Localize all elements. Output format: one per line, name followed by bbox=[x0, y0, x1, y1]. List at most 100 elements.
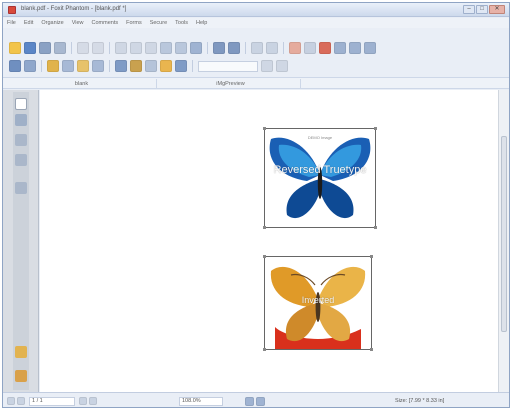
status-bar: 1 / 1 108.0% Size: [7.99 * 8.33 in] bbox=[3, 392, 509, 407]
link-icon[interactable] bbox=[92, 60, 104, 72]
arrow-tool-icon[interactable] bbox=[175, 60, 187, 72]
copy-icon[interactable] bbox=[130, 42, 142, 54]
email-icon[interactable] bbox=[54, 42, 66, 54]
application-window: blank.pdf - Foxit Phantom - [blank.pdf *… bbox=[2, 2, 510, 408]
secondary-toolbar bbox=[3, 57, 509, 75]
attachments-panel-icon[interactable] bbox=[15, 346, 27, 358]
layers-panel-icon[interactable] bbox=[15, 134, 27, 146]
document-page[interactable]: DEMO Image Reversed Truetype Inverted bbox=[40, 90, 498, 392]
toolbar-separator bbox=[109, 42, 110, 54]
scrollbar-thumb[interactable] bbox=[501, 136, 507, 332]
rotate-right-icon[interactable] bbox=[266, 42, 278, 54]
page-number-field[interactable]: 1 / 1 bbox=[29, 396, 75, 406]
menu-edit[interactable]: Edit bbox=[24, 20, 33, 26]
align-icon[interactable] bbox=[261, 60, 273, 72]
window-title: blank.pdf - Foxit Phantom - [blank.pdf *… bbox=[21, 6, 127, 12]
menu-help[interactable]: Help bbox=[196, 20, 207, 26]
menu-organize[interactable]: Organize bbox=[41, 20, 63, 26]
vertical-scrollbar[interactable] bbox=[498, 90, 509, 392]
last-page-icon[interactable] bbox=[89, 397, 97, 405]
toolbar-separator bbox=[109, 60, 110, 72]
document-tabs: blank iMgPreview bbox=[3, 77, 509, 89]
app-logo-icon bbox=[8, 6, 16, 14]
pages-panel-icon[interactable] bbox=[15, 98, 27, 110]
menu-tools[interactable]: Tools bbox=[175, 20, 188, 26]
page-navigation: 1 / 1 bbox=[7, 396, 97, 406]
toolbar-separator bbox=[245, 42, 246, 54]
resize-handle[interactable] bbox=[374, 127, 377, 130]
search-panel-icon[interactable] bbox=[15, 182, 27, 194]
toolbar-separator bbox=[71, 42, 72, 54]
form-field-icon[interactable] bbox=[115, 60, 127, 72]
menu-bar: File Edit Organize View Comments Forms S… bbox=[3, 18, 509, 28]
maximize-button[interactable]: □ bbox=[476, 5, 488, 14]
zoom-icon[interactable] bbox=[190, 42, 202, 54]
tab-blank[interactable]: blank bbox=[7, 79, 157, 89]
continuous-page-icon[interactable] bbox=[256, 396, 265, 406]
first-page-icon[interactable] bbox=[7, 397, 15, 405]
callout-icon[interactable] bbox=[349, 42, 361, 54]
butterfly-image bbox=[265, 129, 375, 227]
resize-handle[interactable] bbox=[263, 127, 266, 130]
resize-handle[interactable] bbox=[263, 348, 266, 351]
table-icon[interactable] bbox=[364, 42, 376, 54]
menu-secure[interactable]: Secure bbox=[150, 20, 167, 26]
print-icon[interactable] bbox=[39, 42, 51, 54]
bookmarks-panel-icon[interactable] bbox=[15, 114, 27, 126]
minimize-button[interactable]: – bbox=[463, 5, 475, 14]
redo-icon[interactable] bbox=[92, 42, 104, 54]
menu-comments[interactable]: Comments bbox=[92, 20, 119, 26]
close-button[interactable]: ✕ bbox=[489, 5, 505, 14]
fit-page-icon[interactable] bbox=[213, 42, 225, 54]
note-icon[interactable] bbox=[304, 42, 316, 54]
highlight-icon[interactable] bbox=[160, 60, 172, 72]
main-toolbar bbox=[3, 39, 509, 57]
signatures-panel-icon[interactable] bbox=[15, 370, 27, 382]
comments-panel-icon[interactable] bbox=[15, 154, 27, 166]
image-object-butterfly-2[interactable]: Inverted bbox=[263, 255, 373, 351]
select-text-icon[interactable] bbox=[175, 42, 187, 54]
paste-icon[interactable] bbox=[145, 42, 157, 54]
fit-width-icon[interactable] bbox=[228, 42, 240, 54]
image-object-butterfly[interactable]: DEMO Image Reversed Truetype bbox=[263, 127, 377, 229]
tab-imgpreview[interactable]: iMgPreview bbox=[161, 79, 301, 89]
open-icon[interactable] bbox=[9, 42, 21, 54]
undo-icon[interactable] bbox=[77, 42, 89, 54]
cut-icon[interactable] bbox=[115, 42, 127, 54]
demo-watermark: DEMO Image bbox=[307, 135, 333, 140]
zoom-control: 108.0% bbox=[179, 396, 265, 406]
menu-file[interactable]: File bbox=[7, 20, 16, 26]
text-box-icon[interactable] bbox=[334, 42, 346, 54]
window-controls: – □ ✕ bbox=[463, 5, 505, 15]
rotate-left-icon[interactable] bbox=[251, 42, 263, 54]
stamp-icon[interactable] bbox=[47, 60, 59, 72]
resize-handle[interactable] bbox=[370, 348, 373, 351]
font-size-combo[interactable] bbox=[198, 60, 258, 72]
single-page-icon[interactable] bbox=[245, 396, 254, 406]
menu-view[interactable]: View bbox=[72, 20, 84, 26]
pen-icon[interactable] bbox=[319, 42, 331, 54]
measure-icon[interactable] bbox=[145, 60, 157, 72]
prev-page-icon[interactable] bbox=[17, 397, 25, 405]
toolbar-separator bbox=[41, 60, 42, 72]
attach-icon[interactable] bbox=[62, 60, 74, 72]
menu-forms[interactable]: Forms bbox=[126, 20, 142, 26]
hand-tool-icon[interactable] bbox=[160, 42, 172, 54]
signature-icon[interactable] bbox=[130, 60, 142, 72]
next-page-icon[interactable] bbox=[79, 397, 87, 405]
resize-handle[interactable] bbox=[263, 255, 266, 258]
resize-handle[interactable] bbox=[263, 226, 266, 229]
distribute-icon[interactable] bbox=[276, 60, 288, 72]
typewriter-icon[interactable] bbox=[289, 42, 301, 54]
overlay-text-inverted: Inverted bbox=[301, 295, 335, 305]
save-icon[interactable] bbox=[24, 42, 36, 54]
pencil-icon[interactable] bbox=[24, 60, 36, 72]
page-size-readout: Size: [7.99 * 8.33 in] bbox=[395, 398, 445, 404]
image-tool-icon[interactable] bbox=[77, 60, 89, 72]
resize-handle[interactable] bbox=[370, 255, 373, 258]
toolbar-separator bbox=[207, 42, 208, 54]
zoom-level-field[interactable]: 108.0% bbox=[179, 396, 223, 406]
resize-handle[interactable] bbox=[374, 226, 377, 229]
edit-object-icon[interactable] bbox=[9, 60, 21, 72]
toolbar-separator bbox=[192, 60, 193, 72]
